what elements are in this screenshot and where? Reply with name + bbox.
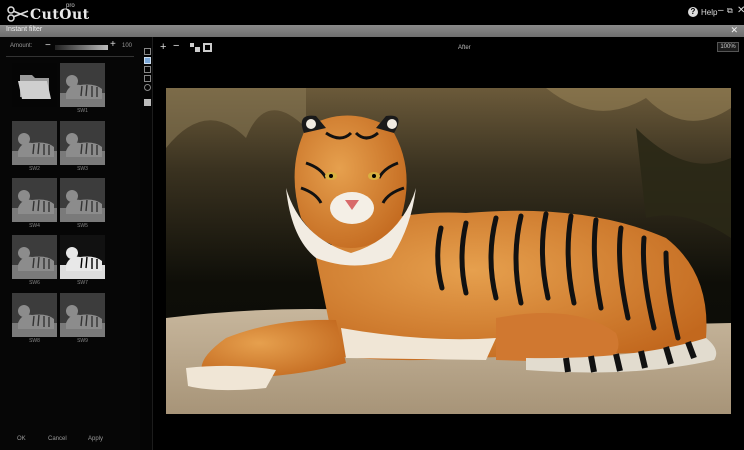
cancel-button[interactable]: Cancel <box>48 436 67 442</box>
view-tool-strip <box>140 37 153 450</box>
amount-slider[interactable] <box>55 45 108 50</box>
zoom-level-button[interactable]: 100% <box>717 42 739 52</box>
thumbnail-label: SW4 <box>29 223 40 229</box>
thumbnail-label: SW5 <box>77 223 88 229</box>
filtered-preview-image <box>60 293 105 337</box>
amount-decrease-button[interactable]: − <box>45 40 51 51</box>
app-logo: CutOut pro <box>6 2 89 24</box>
open-folder-thumbnail[interactable] <box>12 63 57 107</box>
hand-tool-icon[interactable] <box>144 99 151 106</box>
filter-thumbnail[interactable] <box>12 293 57 337</box>
filtered-preview-image <box>60 121 105 165</box>
zoom-out-button[interactable]: − <box>173 40 179 52</box>
filter-thumbnail[interactable] <box>60 293 105 337</box>
filtered-preview-image <box>12 121 57 165</box>
thumbnail-label: SW2 <box>29 166 40 172</box>
thumbnail-label: SW9 <box>77 338 88 344</box>
help-icon: ? <box>688 7 698 17</box>
thumbnail-label: SW3 <box>77 166 88 172</box>
compare-icon[interactable] <box>144 84 151 91</box>
filtered-preview-image <box>60 235 105 279</box>
help-label: Help <box>701 7 718 17</box>
amount-increase-button[interactable]: + <box>110 39 116 50</box>
dialog-title: Instant filter <box>6 26 43 33</box>
actual-size-icon[interactable] <box>190 43 200 52</box>
filter-thumbnail[interactable] <box>60 63 105 107</box>
filtered-preview-image <box>60 63 105 107</box>
view-after-icon[interactable] <box>144 57 151 64</box>
filtered-preview-image <box>60 178 105 222</box>
amount-label: Amount: <box>10 43 33 49</box>
thumbnail-label: SW8 <box>29 338 40 344</box>
split-view-icon[interactable] <box>144 66 151 73</box>
app-logo-text: CutOut <box>30 7 90 23</box>
ok-button[interactable]: OK <box>17 436 26 442</box>
filter-thumbnail[interactable] <box>60 121 105 165</box>
minimize-button[interactable]: – <box>718 6 724 16</box>
filtered-preview-image <box>12 293 57 337</box>
thumbnail-label: SW1 <box>77 108 88 114</box>
view-original-icon[interactable] <box>144 48 151 55</box>
filtered-preview-image <box>12 235 57 279</box>
filter-thumbnail[interactable] <box>12 235 57 279</box>
tiger-photo <box>166 88 731 414</box>
folder-icon <box>12 63 57 107</box>
filtered-preview-image <box>12 178 57 222</box>
filter-thumbnail[interactable] <box>60 178 105 222</box>
scissors-icon <box>7 6 29 22</box>
thumbnail-label: SW6 <box>29 280 40 286</box>
dialog-header: Instant filter ✕ <box>0 25 744 37</box>
view-mode-label: After <box>458 45 471 51</box>
zoom-in-button[interactable]: + <box>160 41 166 53</box>
close-window-button[interactable]: ✕ <box>737 6 744 16</box>
image-canvas[interactable] <box>166 88 731 414</box>
filter-panel: Amount: − + 100 SW1 SW2 SW3 SW4 SW5 SW6 SW7 SW8… <box>0 37 140 450</box>
fit-to-window-icon[interactable] <box>203 43 212 52</box>
app-title-bar: CutOut pro ? Help – ⧉ ✕ <box>0 0 744 25</box>
amount-value: 100 <box>122 43 133 49</box>
restore-button[interactable]: ⧉ <box>727 6 733 16</box>
filter-thumbnail[interactable] <box>12 121 57 165</box>
help-button[interactable]: ? Help <box>688 7 717 17</box>
dialog-close-button[interactable]: ✕ <box>730 25 738 36</box>
divider <box>6 56 134 57</box>
side-by-side-icon[interactable] <box>144 75 151 82</box>
app-logo-badge: pro <box>66 3 75 9</box>
filter-thumbnail[interactable] <box>60 235 105 279</box>
filter-thumbnail[interactable] <box>12 178 57 222</box>
thumbnail-label: SW7 <box>77 280 88 286</box>
apply-button[interactable]: Apply <box>88 436 103 442</box>
